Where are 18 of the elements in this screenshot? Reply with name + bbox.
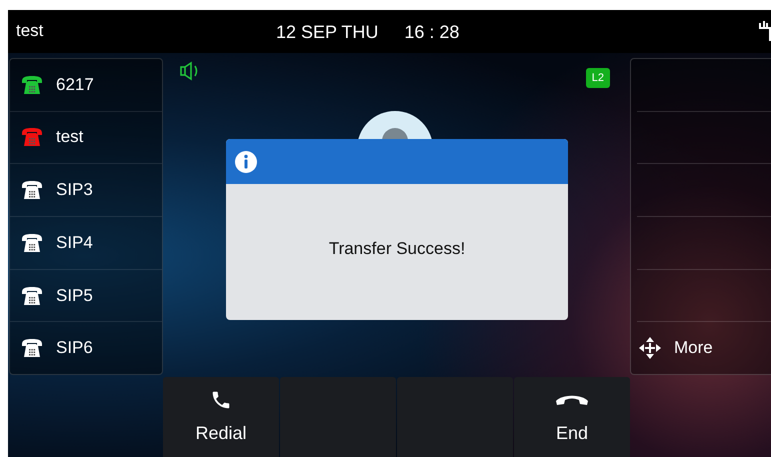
softkey[interactable]: End: [514, 377, 630, 457]
line-key[interactable]: SIP5: [10, 268, 162, 322]
phone-handset-icon: [210, 389, 232, 411]
line-key[interactable]: SIP3: [10, 163, 162, 216]
time-text: 16 : 28: [404, 22, 460, 43]
date-text: 12 SEP THU: [276, 22, 378, 43]
more-key[interactable]: More: [631, 322, 771, 374]
softkey[interactable]: Redial: [163, 377, 279, 457]
dialog-message: Transfer Success!: [328, 239, 466, 259]
line-key[interactable]: SIP6: [10, 321, 162, 374]
line-key[interactable]: SIP4: [10, 216, 162, 269]
info-icon: [234, 150, 258, 174]
account-name: test: [16, 21, 44, 42]
network-icon: [758, 19, 771, 44]
line-key[interactable]: 6217: [10, 58, 162, 111]
line-badge: L2: [586, 68, 610, 88]
line-key[interactable]: test: [10, 110, 162, 164]
four-arrows-icon: [638, 336, 662, 360]
